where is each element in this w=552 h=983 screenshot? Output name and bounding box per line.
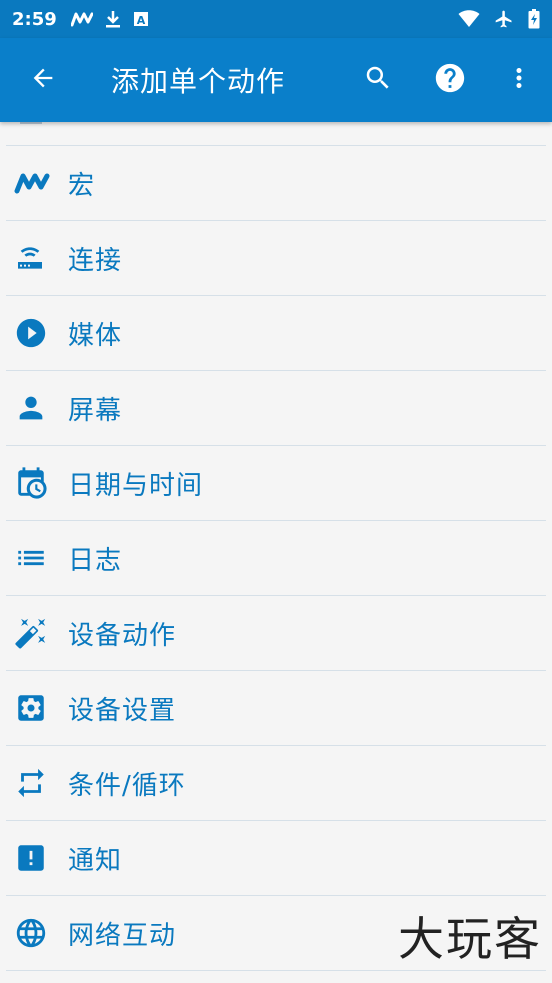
settings-box-icon (6, 691, 56, 725)
list-item-label: 媒体 (68, 320, 123, 351)
list-item-macro[interactable]: 宏 (6, 146, 546, 221)
list-item-label: 设备设置 (68, 695, 177, 726)
arrow-back-icon (29, 64, 57, 96)
status-time: 2:59 (12, 8, 57, 30)
macro-icon (6, 172, 56, 194)
back-button[interactable] (0, 38, 86, 122)
airplane-icon (494, 9, 514, 29)
magic-wand-icon (6, 616, 56, 650)
list-item-label: 网络互动 (68, 920, 177, 951)
router-icon (6, 242, 56, 274)
list-item-notification[interactable]: 通知 (6, 821, 546, 896)
app-bar: 添加单个动作 (0, 38, 552, 122)
list-item-conditions-loops[interactable]: 条件/循环 (6, 746, 546, 821)
globe-icon (6, 916, 56, 950)
page-title: 添加单个动作 (111, 65, 286, 98)
action-category-list: 宏 连接 媒体 屏幕 日期与时间 日志 设备动作 设备设置 条件/循环 通知 网… (0, 122, 552, 983)
list-icon (6, 541, 56, 575)
list-item-media[interactable]: 媒体 (6, 296, 546, 371)
partial-item-icon (18, 122, 44, 135)
text-icon: A (133, 11, 149, 27)
wifi-icon (458, 10, 480, 28)
person-icon (6, 391, 56, 425)
play-circle-icon (6, 316, 56, 350)
list-item-date-time[interactable]: 日期与时间 (6, 446, 546, 521)
help-icon (433, 61, 467, 99)
watermark: 大玩客 (398, 912, 542, 966)
list-item-label: 连接 (68, 245, 123, 276)
list-item-label: 宏 (68, 170, 96, 201)
list-item-device-settings[interactable]: 设备设置 (6, 671, 546, 746)
alert-box-icon (6, 841, 56, 875)
more-options-button[interactable] (486, 38, 552, 122)
list-item-connectivity[interactable]: 连接 (6, 221, 546, 296)
battery-icon (528, 9, 540, 29)
repeat-icon (6, 766, 56, 800)
list-item-label: 通知 (68, 845, 123, 876)
list-item-label: 屏幕 (68, 395, 123, 426)
list-item-label: 日志 (68, 545, 123, 576)
download-icon (105, 10, 121, 28)
svg-text:A: A (137, 14, 146, 27)
list-item-label: 设备动作 (68, 620, 177, 651)
status-bar: 2:59 A (0, 0, 552, 38)
list-item-screen[interactable]: 屏幕 (6, 371, 546, 446)
search-icon (363, 63, 393, 97)
search-button[interactable] (342, 38, 414, 122)
partial-list-item[interactable] (6, 122, 546, 146)
list-item-label: 条件/循环 (68, 770, 186, 801)
calendar-clock-icon (6, 466, 56, 500)
macrodroid-icon (70, 11, 93, 27)
list-item-device-actions[interactable]: 设备动作 (6, 596, 546, 671)
list-item-label: 日期与时间 (68, 470, 204, 501)
help-button[interactable] (414, 38, 486, 122)
more-vert-icon (504, 63, 534, 97)
list-item-log[interactable]: 日志 (6, 521, 546, 596)
